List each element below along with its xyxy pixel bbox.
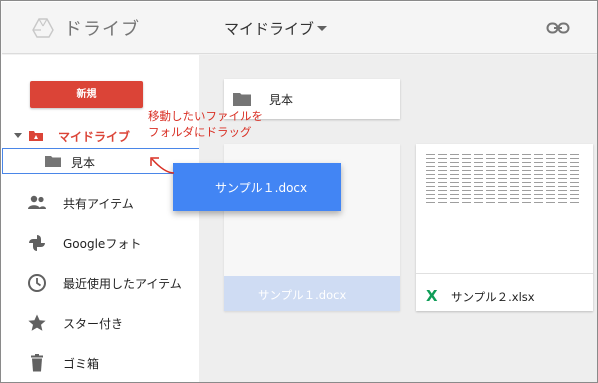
drag-preview[interactable]: サンプル１.docx bbox=[173, 163, 341, 211]
sidebar: 新規 マイドライブ 見本 共有アイテム Googleフォト 最近使用したアイテム… bbox=[2, 55, 200, 382]
thumbnail-column bbox=[486, 154, 495, 204]
file-grid: 見本 サンプル１.docx X サンプル２.xlsx bbox=[199, 55, 597, 382]
people-icon bbox=[28, 195, 46, 209]
sidebar-item-label: ゴミ箱 bbox=[63, 357, 100, 371]
drag-arrow-icon bbox=[150, 157, 175, 174]
app-title[interactable]: ドライブ bbox=[64, 15, 140, 41]
sidebar-item-trash[interactable]: ゴミ箱 bbox=[2, 347, 199, 377]
thumbnail-column bbox=[474, 154, 483, 204]
thumbnail-column bbox=[534, 154, 543, 204]
spreadsheet-icon: X bbox=[426, 287, 438, 305]
current-location-title[interactable]: マイドライブ bbox=[224, 18, 314, 39]
annotation-line-2: フォルダにドラッグ bbox=[148, 125, 252, 139]
star-icon bbox=[28, 314, 46, 331]
clock-icon bbox=[28, 274, 46, 292]
pinwheel-icon bbox=[29, 235, 45, 251]
new-button[interactable]: 新規 bbox=[30, 81, 143, 108]
thumbnail-column bbox=[522, 154, 531, 204]
sidebar-item-label: 最近使用したアイテム bbox=[63, 277, 182, 291]
sidebar-item-google-photos[interactable]: Googleフォト bbox=[2, 227, 199, 257]
my-drive-icon bbox=[29, 131, 43, 141]
drive-logo-icon[interactable] bbox=[32, 18, 54, 38]
thumbnail-column bbox=[570, 154, 579, 204]
sidebar-item-label: Googleフォト bbox=[63, 237, 142, 251]
sidebar-item-shared[interactable]: 共有アイテム bbox=[2, 187, 199, 217]
thumbnail-column bbox=[546, 154, 555, 204]
folder-card-label: 見本 bbox=[269, 93, 294, 107]
thumbnail-column bbox=[558, 154, 567, 204]
thumbnail-column bbox=[438, 154, 447, 204]
thumbnail-column bbox=[462, 154, 471, 204]
sidebar-item-label: 共有アイテム bbox=[63, 197, 134, 211]
app-window: ドライブ マイドライブ 新規 マイドライブ 見本 共有アイテム Googleフォ… bbox=[0, 0, 598, 383]
instruction-annotation: 移動したいファイルを フォルダにドラッグ bbox=[148, 108, 263, 140]
sidebar-item-label: スター付き bbox=[63, 317, 124, 331]
annotation-line-1: 移動したいファイルを bbox=[148, 109, 263, 123]
tree-item-my-drive[interactable]: マイドライブ bbox=[58, 128, 130, 145]
thumbnail-column bbox=[498, 154, 507, 204]
spreadsheet-thumbnail bbox=[416, 144, 593, 274]
thumbnail-column bbox=[426, 154, 435, 204]
link-icon[interactable] bbox=[546, 19, 570, 37]
sidebar-item-recent[interactable]: 最近使用したアイテム bbox=[2, 267, 199, 297]
top-bar: ドライブ マイドライブ bbox=[2, 2, 597, 54]
chevron-down-icon[interactable] bbox=[317, 26, 327, 31]
folder-icon bbox=[45, 156, 61, 167]
trash-icon bbox=[31, 354, 43, 372]
file-name: サンプル１.docx bbox=[258, 288, 347, 302]
drag-preview-label: サンプル１.docx bbox=[215, 181, 308, 195]
sidebar-item-starred[interactable]: スター付き bbox=[2, 307, 199, 337]
thumbnail-column bbox=[450, 154, 459, 204]
folder-icon bbox=[233, 93, 251, 106]
file-name: サンプル２.xlsx bbox=[451, 290, 535, 304]
file-card-footer: サンプル１.docx bbox=[224, 276, 400, 311]
file-card-sample2[interactable]: X サンプル２.xlsx bbox=[416, 144, 593, 311]
tree-folder-label: 見本 bbox=[71, 156, 96, 170]
tree-collapse-icon[interactable] bbox=[14, 133, 22, 138]
thumbnail-column bbox=[510, 154, 519, 204]
